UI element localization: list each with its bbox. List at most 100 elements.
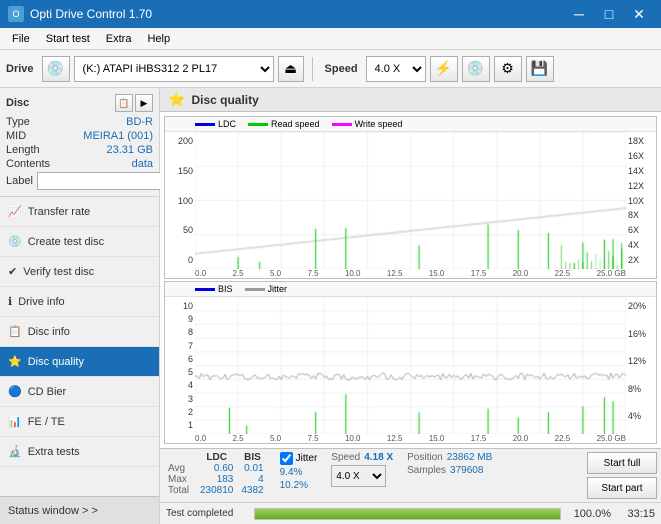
disc-contents-row: Contents data [6,158,153,170]
create-test-disc-icon: 💿 [8,235,22,248]
chart2-container: BIS Jitter 10987654321 20%16%12% [164,281,657,444]
sidebar-item-create-test-disc[interactable]: 💿 Create test disc [0,227,159,257]
disc-mid-value: MEIRA1 (001) [83,130,153,142]
sidebar-item-transfer-rate[interactable]: 📈 Transfer rate [0,197,159,227]
maximize-button[interactable]: □ [595,4,623,24]
avg-bis: 0.01 [237,463,267,474]
disc-icon-btn-2[interactable]: ▶ [135,94,153,112]
disc-info-icon: 📋 [8,325,22,338]
jitter-label: Jitter [296,453,318,464]
eject-button[interactable]: ⏏ [278,56,304,82]
content-area: ⭐ Disc quality LDC Read speed [160,88,661,524]
avg-jitter: 9.4% [280,467,318,478]
start-full-button[interactable]: Start full [587,452,657,474]
speed-icon-button[interactable]: ⚡ [430,56,458,82]
legend-bis: BIS [195,284,233,294]
extra-tests-icon: 🔬 [8,445,22,458]
status-window-button[interactable]: Status window > > [0,496,159,524]
drive-select[interactable]: (K:) ATAPI iHBS312 2 PL17 [74,56,274,82]
menu-start-test[interactable]: Start test [38,28,98,50]
disc-quality-label: Disc quality [28,356,84,368]
col-bis-header: BIS [237,452,267,463]
charts-area: LDC Read speed Write speed 200150100500 [160,112,661,448]
menu-extra[interactable]: Extra [98,28,140,50]
menu-help[interactable]: Help [139,28,178,50]
chart1-container: LDC Read speed Write speed 200150100500 [164,116,657,279]
speed-value-stat: 4.18 X [364,452,393,463]
verify-test-disc-icon: ✔ [8,265,17,278]
drive-info-label: Drive info [18,296,64,308]
total-ldc: 230810 [196,485,237,496]
chart1-y-axis-right: 18X16X14X12X10X8X6X4X2X [626,132,656,269]
sidebar-item-cd-bier[interactable]: 🔵 CD Bier [0,377,159,407]
sidebar-item-disc-quality[interactable]: ⭐ Disc quality [0,347,159,377]
col-ldc-header: LDC [196,452,237,463]
settings-button[interactable]: ⚙ [494,56,522,82]
legend-ldc-color [195,123,215,126]
disc-panel: Disc 📋 ▶ Type BD-R MID MEIRA1 (001) Leng… [0,88,159,197]
chart2-body [195,297,626,434]
chart2-canvas [195,297,626,434]
sidebar: Disc 📋 ▶ Type BD-R MID MEIRA1 (001) Leng… [0,88,160,524]
drive-info-icon: ℹ [8,295,12,308]
legend-ldc-label: LDC [218,119,236,129]
menu-bar: File Start test Extra Help [0,28,661,50]
position-value: 23862 MB [447,452,493,463]
progress-fill [255,509,560,519]
progress-bar-container: Test completed 100.0% 33:15 [160,502,661,524]
legend-write-speed: Write speed [332,119,403,129]
app-title: Opti Drive Control 1.70 [30,7,152,21]
transfer-rate-icon: 📈 [8,205,22,218]
sidebar-item-fe-te[interactable]: 📊 FE / TE [0,407,159,437]
sidebar-item-drive-info[interactable]: ℹ Drive info [0,287,159,317]
legend-write-color [332,123,352,126]
chart2-x-axis: 0.02.55.07.510.012.515.017.520.022.525.0… [165,434,656,443]
disc-quality-icon: ⭐ [8,355,22,368]
chart2-y-axis-left: 10987654321 [165,297,195,434]
samples-label: Samples [407,465,446,476]
legend-write-label: Write speed [355,119,403,129]
content-header-title: Disc quality [191,93,258,107]
speed-label-stat: Speed [331,452,360,463]
stats-table: LDC BIS Avg 0.60 0.01 Max 183 4 Total [164,452,268,496]
content-header: ⭐ Disc quality [160,88,661,112]
disc-length-value: 23.31 GB [107,144,153,156]
chart1-canvas [195,132,626,269]
legend-ldc: LDC [195,119,236,129]
progress-percent: 100.0% [569,508,611,520]
legend-bis-color [195,288,215,291]
disc-label-input[interactable] [37,172,171,190]
speed-row: Speed 4.18 X [331,452,393,463]
chart2-inner: 10987654321 20%16%12%8%4% [165,297,656,434]
main-area: Disc 📋 ▶ Type BD-R MID MEIRA1 (001) Leng… [0,88,661,524]
extra-tests-label: Extra tests [28,446,80,458]
drive-icon-button[interactable]: 💿 [42,56,70,82]
samples-row: Samples 379608 [407,465,492,476]
minimize-button[interactable]: ─ [565,4,593,24]
samples-value: 379608 [450,465,483,476]
speed-select[interactable]: 4.0 X 8.0 X [366,56,426,82]
close-button[interactable]: ✕ [625,4,653,24]
toolbar-separator [312,57,313,81]
legend-read-color [248,123,268,126]
speed-select-stats[interactable]: 4.0 X [331,465,386,487]
fe-te-label: FE / TE [28,416,65,428]
stats-avg-row: Avg 0.60 0.01 [164,463,268,474]
chart1-y-axis-left: 200150100500 [165,132,195,269]
chart1-inner: 200150100500 18X16X14X12X10X8X6X4X2X [165,132,656,269]
menu-file[interactable]: File [4,28,38,50]
sidebar-item-verify-test-disc[interactable]: ✔ Verify test disc [0,257,159,287]
jitter-checkbox[interactable] [280,452,293,465]
disc-info-label: Disc info [28,326,70,338]
save-button[interactable]: 💾 [526,56,554,82]
progress-status: Test completed [166,508,246,519]
disc-label-row: Label 🔍 [6,172,153,190]
fe-te-icon: 📊 [8,415,22,428]
start-part-button[interactable]: Start part [587,477,657,499]
disc-button[interactable]: 💿 [462,56,490,82]
status-window-label: Status window > > [8,505,98,517]
disc-icon-btn-1[interactable]: 📋 [115,94,133,112]
sidebar-item-disc-info[interactable]: 📋 Disc info [0,317,159,347]
sidebar-item-extra-tests[interactable]: 🔬 Extra tests [0,437,159,467]
max-ldc: 183 [196,474,237,485]
